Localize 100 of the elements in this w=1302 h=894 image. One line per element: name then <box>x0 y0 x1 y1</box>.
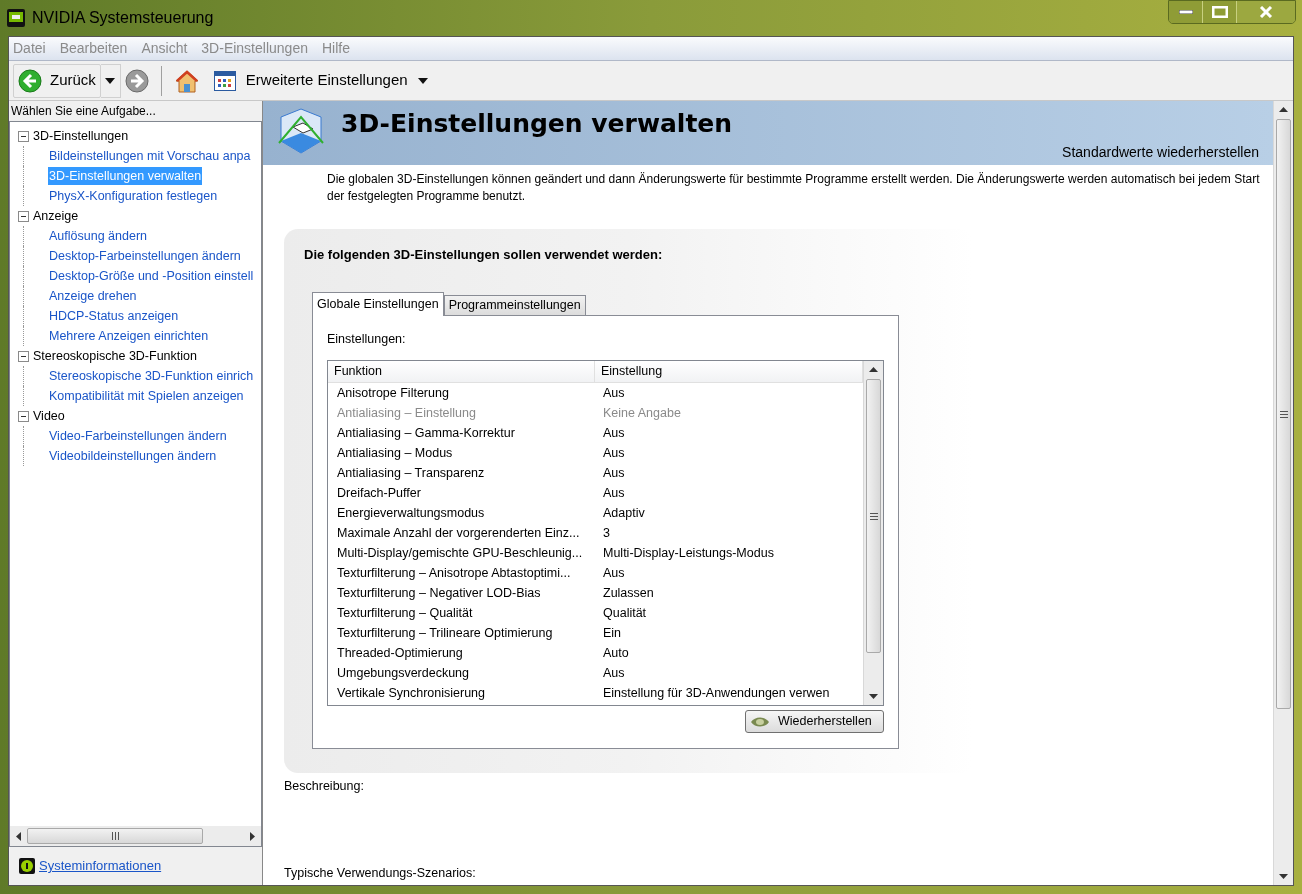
function-cell-text: Antialiasing – Gamma-Korrektur <box>336 424 516 442</box>
history-dropdown[interactable] <box>100 63 121 98</box>
scroll-up-icon[interactable] <box>869 367 878 373</box>
setting-cell-text: Aus <box>602 464 625 482</box>
setting-row[interactable]: Dreifach-Puffer Aus <box>328 483 863 504</box>
tree-item[interactable]: Desktop-Größe und -Position einstell <box>48 266 255 286</box>
setting-cell-text: Adaptiv <box>602 504 645 522</box>
function-cell-text: Umgebungsverdeckung <box>336 664 471 682</box>
close-icon <box>1259 6 1273 18</box>
panel-heading: Die folgenden 3D-Einstellungen sollen verwendet werden: <box>304 246 664 264</box>
setting-row[interactable]: Antialiasing – Gamma-Korrektur Aus <box>328 423 863 444</box>
close-button[interactable] <box>1237 1 1295 23</box>
tab[interactable]: Globale Einstellungen <box>312 291 444 316</box>
setting-row[interactable]: Antialiasing – Transparenz Aus <box>328 463 863 484</box>
advanced-settings-button[interactable]: Erweiterte Einstellungen <box>213 69 428 92</box>
vertical-scrollbar[interactable] <box>863 361 883 706</box>
eye-logo-icon <box>750 715 770 728</box>
scroll-left-icon[interactable] <box>16 831 21 841</box>
function-cell-text: Texturfilterung – Negativer LOD-Bias <box>336 584 542 602</box>
setting-row[interactable]: Multi-Display/gemischte GPU-Beschleunig... Multi-Display-Leistungs-Modus <box>328 543 863 564</box>
function-cell-text: Texturfilterung – Trilineare Optimierung <box>336 624 554 642</box>
tree-category[interactable]: Video <box>33 406 65 426</box>
setting-row[interactable]: Antialiasing – Modus Aus <box>328 443 863 464</box>
setting-cell-text: Auto <box>602 644 629 662</box>
home-icon[interactable] <box>173 68 200 93</box>
tree-item[interactable]: Video-Farbeinstellungen ändern <box>48 426 228 446</box>
setting-row[interactable]: Texturfilterung – Qualität Qualität <box>328 603 863 624</box>
tree-item[interactable]: Bildeinstellungen mit Vorschau anpa <box>48 146 252 166</box>
minimize-button[interactable] <box>1169 1 1203 23</box>
page-description: Die globalen 3D-Einstellungen können geändert und dann Änderungswerte für bestimmte Programme erstellt werden. Die Änderungswerte werden automatisch bei jedem Start der festgelegten Programme benutzt. <box>326 171 1261 205</box>
tree-item[interactable]: Mehrere Anzeigen einrichten <box>48 326 210 346</box>
setting-cell-text: Keine Angabe <box>602 404 681 422</box>
function-cell-text: Antialiasing – Einstellung <box>336 404 477 422</box>
info-icon <box>19 858 35 874</box>
setting-row[interactable]: Umgebungsverdeckung Aus <box>328 663 863 684</box>
restore-button[interactable]: Wiederherstellen <box>745 710 884 734</box>
page-title: 3D-Einstellungen verwalten <box>341 109 734 139</box>
collapse-icon[interactable] <box>18 210 29 222</box>
tree-item[interactable]: Stereoskopische 3D-Funktion einrich <box>48 366 255 386</box>
tree-category[interactable]: Stereoskopische 3D-Funktion <box>33 346 197 366</box>
tree-item[interactable]: Videobildeinstellungen ändern <box>48 446 218 466</box>
restore-defaults-link[interactable]: Standardwerte wiederherstellen <box>1062 143 1259 161</box>
function-cell-text: Dreifach-Puffer <box>336 484 422 502</box>
setting-cell-text: Aus <box>602 424 625 442</box>
task-pane-heading: Wählen Sie eine Aufgabe... <box>10 103 157 120</box>
setting-cell-text: Multi-Display-Leistungs-Modus <box>602 544 774 562</box>
function-cell-text: Texturfilterung – Qualität <box>336 604 474 622</box>
scroll-down-icon[interactable] <box>1279 874 1288 879</box>
tree-item[interactable]: HDCP-Status anzeigen <box>48 306 180 326</box>
collapse-icon[interactable] <box>18 350 29 362</box>
system-information-link[interactable]: Systeminformationen <box>39 856 162 876</box>
setting-cell-text: Zulassen <box>602 584 654 602</box>
function-cell-text: Multi-Display/gemischte GPU-Beschleunig... <box>336 544 584 562</box>
setting-row[interactable]: Threaded-Optimierung Auto <box>328 643 863 664</box>
tree-item[interactable]: Kompatibilität mit Spielen anzeigen <box>48 386 245 406</box>
setting-cell-text: 3 <box>602 524 610 542</box>
tree-category[interactable]: Anzeige <box>33 206 79 226</box>
app-icon <box>6 8 26 28</box>
setting-row[interactable]: Texturfilterung – Anisotrope Abtastoptimi... Aus <box>328 563 863 584</box>
caret-icon <box>417 77 428 84</box>
collapse-icon[interactable] <box>18 130 29 142</box>
scroll-down-icon[interactable] <box>869 694 878 700</box>
grip-icon <box>869 512 878 520</box>
vertical-scrollbar[interactable] <box>1273 101 1293 885</box>
maximize-button[interactable] <box>1203 1 1237 23</box>
function-cell-text: Threaded-Optimierung <box>336 644 464 662</box>
setting-row[interactable]: Maximale Anzahl der vorgerenderten Einz... 3 <box>328 523 863 544</box>
scroll-right-icon[interactable] <box>250 831 255 841</box>
setting-row[interactable]: Energieverwaltungsmodus Adaptiv <box>328 503 863 524</box>
setting-cell-text: Aus <box>602 664 625 682</box>
collapse-icon[interactable] <box>18 410 29 422</box>
function-cell-text: Maximale Anzahl der vorgerenderten Einz... <box>336 524 581 542</box>
tab[interactable]: Programmeinstellungen <box>443 294 586 315</box>
function-cell-text: Antialiasing – Modus <box>336 444 454 462</box>
tree-item[interactable]: Desktop-Farbeinstellungen ändern <box>48 246 242 266</box>
scroll-up-icon[interactable] <box>1279 107 1288 112</box>
column-header[interactable]: Funktion <box>328 361 595 383</box>
setting-row[interactable]: Texturfilterung – Negativer LOD-Bias Zulassen <box>328 583 863 604</box>
scroll-thumb[interactable] <box>866 379 881 654</box>
setting-row[interactable]: Anisotrope Filterung Aus <box>328 383 863 404</box>
scroll-thumb[interactable] <box>27 828 203 844</box>
usage-scenarios-label: Typische Verwendungs-Szenarios: <box>283 865 477 883</box>
setting-cell-text: Aus <box>602 564 625 582</box>
maximize-icon <box>1211 6 1228 18</box>
window-title: NVIDIA Systemsteuerung <box>32 8 214 28</box>
back-button[interactable]: Zurück <box>13 63 101 98</box>
tree-item[interactable]: Anzeige drehen <box>48 286 138 306</box>
description-label: Beschreibung: <box>283 777 365 795</box>
function-cell-text: Texturfilterung – Anisotrope Abtastoptimi... <box>336 564 572 582</box>
setting-cell-text: Aus <box>602 444 625 462</box>
function-cell-text: Antialiasing – Transparenz <box>336 464 486 482</box>
tree-item[interactable]: Auflösung ändern <box>48 226 148 246</box>
setting-row[interactable]: Texturfilterung – Trilineare Optimierung Ein <box>328 623 863 644</box>
setting-cell-text: Ein <box>602 624 622 642</box>
tree-category[interactable]: 3D-Einstellungen <box>33 126 129 146</box>
function-cell-text: Energieverwaltungsmodus <box>336 504 486 522</box>
scroll-thumb[interactable] <box>1276 119 1291 709</box>
setting-row[interactable]: Vertikale Synchronisierung Einstellung für 3D-Anwendungen verwen <box>328 683 863 704</box>
tree-item[interactable]: PhysX-Konfiguration festlegen <box>48 186 219 206</box>
horizontal-scrollbar[interactable] <box>10 826 261 846</box>
